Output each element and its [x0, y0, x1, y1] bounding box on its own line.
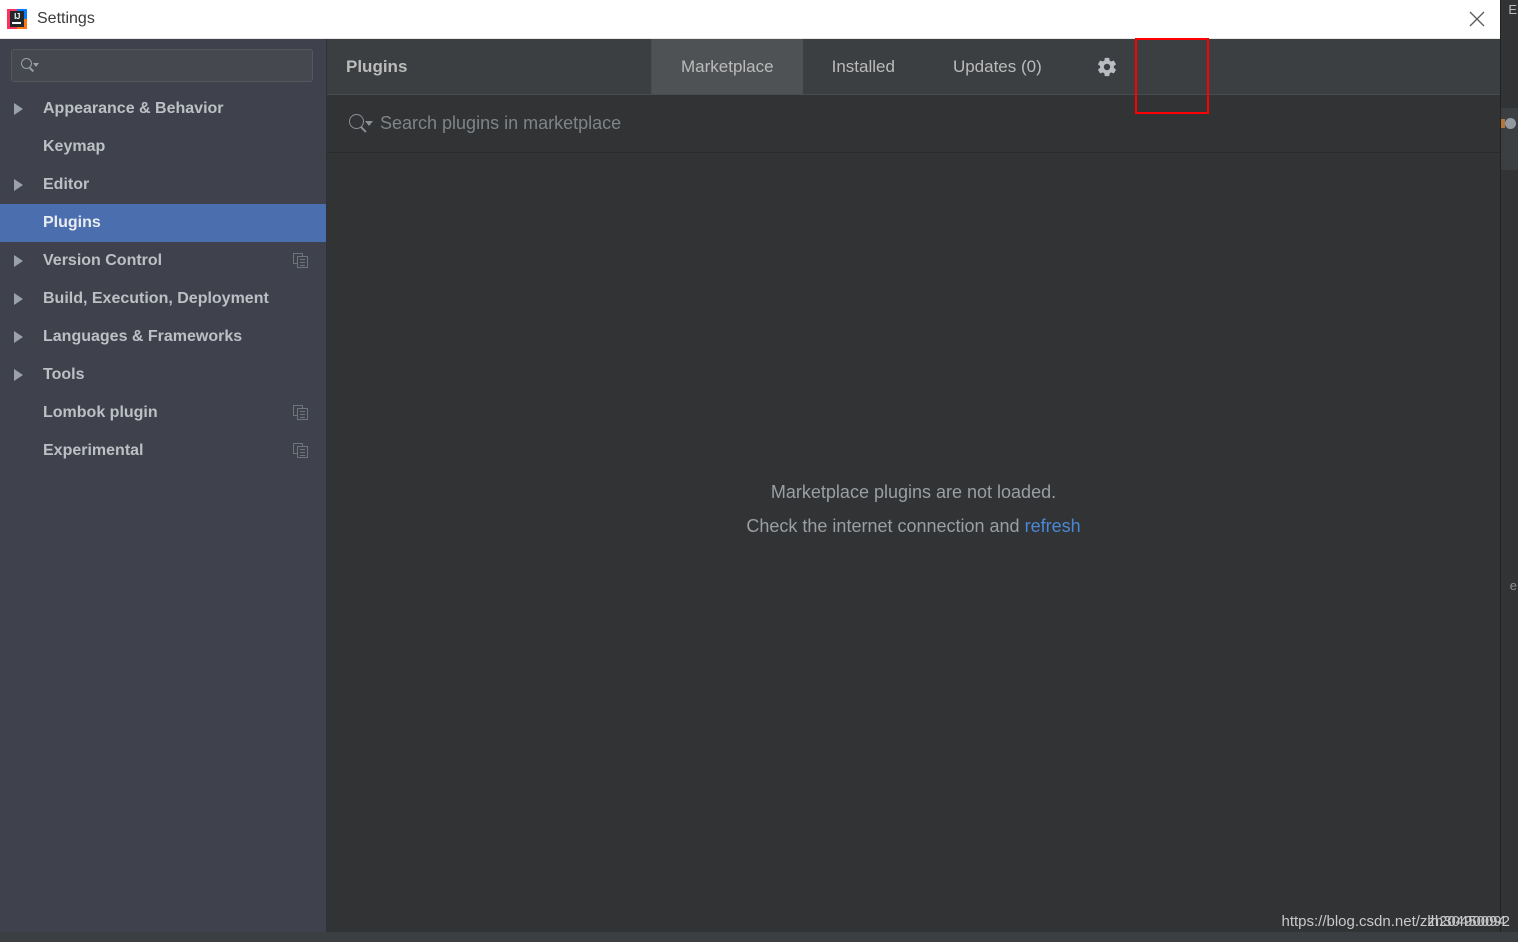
intellij-idea-logo-icon: IJ: [7, 9, 27, 29]
plugins-search-bar[interactable]: [327, 95, 1500, 153]
sidebar-item-appearance-behavior[interactable]: Appearance & Behavior: [0, 90, 326, 128]
sidebar-item-label: Build, Execution, Deployment: [43, 290, 269, 307]
empty-state-line2-text: Check the internet connection and: [746, 516, 1025, 536]
chevron-right-icon[interactable]: [14, 255, 28, 267]
sidebar-item-label: Experimental: [43, 442, 144, 459]
tab-installed[interactable]: Installed: [803, 39, 924, 94]
plugins-tabs: Marketplace Installed Updates (0): [652, 39, 1071, 94]
close-button[interactable]: [1454, 0, 1500, 38]
sidebar-item-lombok-plugin[interactable]: Lombok plugin: [0, 394, 326, 432]
sidebar-item-label: Lombok plugin: [43, 404, 158, 421]
sidebar-item-label: Languages & Frameworks: [43, 328, 243, 345]
chevron-right-icon[interactable]: [14, 179, 28, 191]
sidebar-item-label: Keymap: [43, 138, 106, 155]
sidebar-item-languages-frameworks[interactable]: Languages & Frameworks: [0, 318, 326, 356]
watermark-overlap: zh30450092 lh20490094: [1427, 913, 1510, 930]
sidebar-item-label: Appearance & Behavior: [43, 100, 224, 117]
sidebar-item-experimental[interactable]: Experimental: [0, 432, 326, 470]
window-title: Settings: [37, 10, 95, 27]
sidebar-item-keymap[interactable]: Keymap: [0, 128, 326, 166]
plugins-search-input[interactable]: [370, 112, 1500, 135]
settings-sidebar: Appearance & Behavior Keymap Editor Plug…: [0, 39, 327, 933]
empty-state-line1: Marketplace plugins are not loaded.: [770, 482, 1057, 502]
chevron-right-icon[interactable]: [14, 293, 28, 305]
screen-root: E e IJ Settings Appearance & Behavior Ke…: [0, 0, 1518, 942]
chevron-right-icon[interactable]: [14, 103, 28, 115]
sidebar-search-wrap: [0, 39, 326, 82]
settings-dialog: IJ Settings Appearance & Behavior Keymap…: [0, 0, 1500, 933]
background-text-fragment-mid: e: [1509, 578, 1517, 593]
settings-search-input[interactable]: [36, 56, 312, 75]
page-title: Plugins: [327, 39, 652, 94]
plugins-header: Plugins Marketplace Installed Updates (0…: [327, 39, 1500, 95]
empty-state-message: Marketplace plugins are not loaded. Chec…: [327, 475, 1500, 543]
empty-state-line2: Check the internet connection and refres…: [327, 509, 1500, 543]
close-icon: [1469, 11, 1485, 27]
copy-settings-icon[interactable]: [293, 405, 309, 421]
plugins-settings-button[interactable]: [1071, 39, 1143, 94]
sidebar-item-label: Version Control: [43, 252, 163, 269]
sidebar-item-editor[interactable]: Editor: [0, 166, 326, 204]
sidebar-item-plugins[interactable]: Plugins: [0, 204, 326, 242]
refresh-link[interactable]: refresh: [1025, 516, 1081, 536]
copy-settings-icon[interactable]: [293, 253, 309, 269]
background-text-fragment-top: E: [1508, 2, 1517, 17]
sidebar-item-tools[interactable]: Tools: [0, 356, 326, 394]
title-bar: IJ Settings: [0, 0, 1500, 39]
sidebar-item-label: Plugins: [43, 214, 101, 231]
search-icon: [21, 58, 39, 73]
sidebar-item-label: Tools: [43, 366, 85, 383]
gear-icon: [1097, 57, 1116, 76]
tab-marketplace[interactable]: Marketplace: [652, 39, 803, 94]
plugins-list-empty-area: Marketplace plugins are not loaded. Chec…: [327, 153, 1500, 933]
watermark: https://blog.csdn.net/zzh30450092 lh20490…: [1281, 913, 1510, 930]
tab-updates[interactable]: Updates (0): [924, 39, 1071, 94]
plugins-panel: Plugins Marketplace Installed Updates (0…: [327, 39, 1500, 933]
background-gear-icon: [1505, 118, 1516, 129]
dialog-body: Appearance & Behavior Keymap Editor Plug…: [0, 39, 1500, 933]
settings-tree: Appearance & Behavior Keymap Editor Plug…: [0, 90, 326, 470]
taskbar-strip: [0, 932, 1518, 942]
chevron-right-icon[interactable]: [14, 369, 28, 381]
sidebar-item-version-control[interactable]: Version Control: [0, 242, 326, 280]
search-icon: [349, 113, 373, 134]
background-panel-bottom: [1499, 170, 1518, 942]
chevron-right-icon[interactable]: [14, 331, 28, 343]
sidebar-search-box[interactable]: [11, 49, 313, 82]
copy-settings-icon[interactable]: [293, 443, 309, 459]
sidebar-item-build-execution-deployment[interactable]: Build, Execution, Deployment: [0, 280, 326, 318]
sidebar-item-label: Editor: [43, 176, 90, 193]
watermark-base: https://blog.csdn.net/z: [1281, 913, 1428, 930]
watermark-overlay-b: lh20490094: [1427, 913, 1506, 930]
